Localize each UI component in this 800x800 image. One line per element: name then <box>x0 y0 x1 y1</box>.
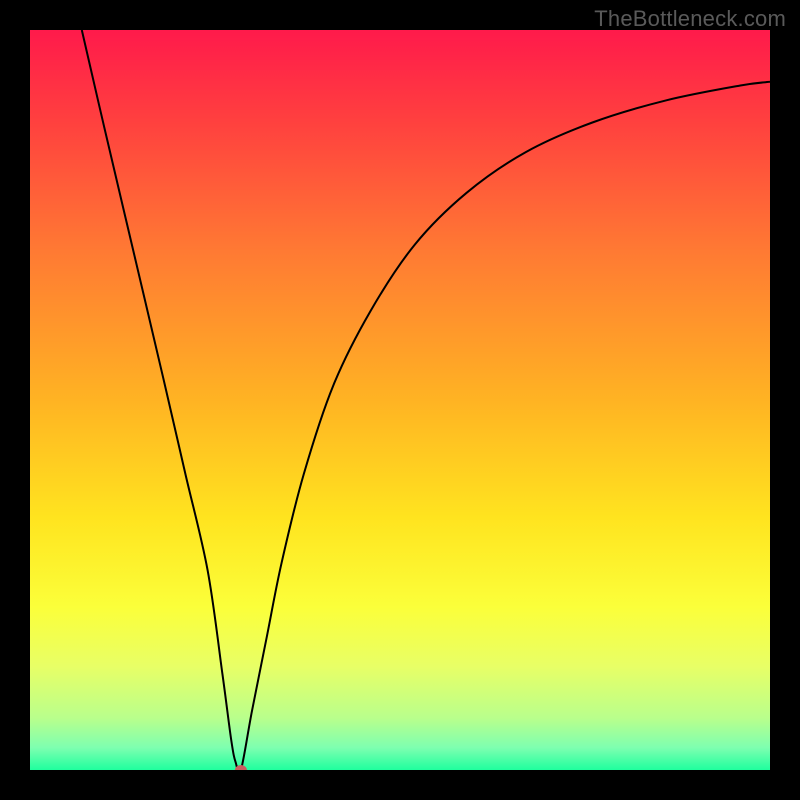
chart-background <box>30 30 770 770</box>
watermark-text: TheBottleneck.com <box>594 6 786 32</box>
chart-container <box>30 30 770 770</box>
chart-plot-area <box>30 30 770 770</box>
chart-svg <box>30 30 770 770</box>
